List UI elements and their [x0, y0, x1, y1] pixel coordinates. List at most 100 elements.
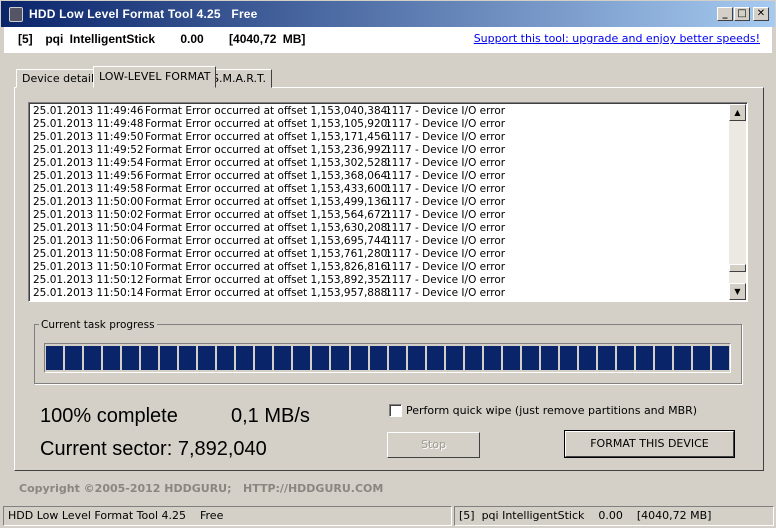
- log-err: 1117 - Device I/O error: [385, 170, 506, 182]
- log-err: 1117 - Device I/O error: [385, 196, 506, 208]
- progress-block: [65, 346, 83, 370]
- selected-device: [5] pqi IntelligentStick 0.00 [4040,72 M…: [18, 32, 306, 46]
- log-time: 25.01.2013 11:49:58: [33, 183, 144, 195]
- log-err: 1117 - Device I/O error: [385, 261, 506, 273]
- log-err: 1117 - Device I/O error: [385, 144, 506, 156]
- log-time: 25.01.2013 11:50:08: [33, 248, 144, 260]
- log-err: 1117 - Device I/O error: [385, 248, 506, 260]
- log-time: 25.01.2013 11:50:14: [33, 287, 144, 299]
- transfer-speed: 0,1 MB/s: [231, 405, 310, 427]
- progress-block: [407, 346, 425, 370]
- progress-block: [693, 346, 711, 370]
- progress-block: [483, 346, 501, 370]
- scroll-up-icon[interactable]: ▲: [729, 104, 746, 121]
- status-device: [5] pqi IntelligentStick 0.00 [4040,72 M…: [454, 506, 774, 526]
- maximize-button[interactable]: □: [734, 7, 750, 21]
- log-err: 1117 - Device I/O error: [385, 183, 506, 195]
- log-err: 1117 - Device I/O error: [385, 157, 506, 169]
- progress-block: [331, 346, 349, 370]
- log-err: 1117 - Device I/O error: [385, 131, 506, 143]
- log-time: 25.01.2013 11:50:06: [33, 235, 144, 247]
- log-time: 25.01.2013 11:49:46: [33, 105, 144, 117]
- progress-block: [578, 346, 596, 370]
- log-msg: Format Error occurred at offset 1,153,56…: [145, 209, 391, 221]
- copyright: Copyright ©2005-2012 HDDGURU; HTTP://HDD…: [19, 482, 384, 495]
- progress-block: [122, 346, 140, 370]
- log-time: 25.01.2013 11:50:04: [33, 222, 144, 234]
- progress-block: [635, 346, 653, 370]
- title-bar[interactable]: HDD Low Level Format Tool 4.25 Free _ □ …: [0, 0, 776, 28]
- progress-group-label: Current task progress: [39, 319, 157, 331]
- progress-block: [179, 346, 197, 370]
- progress-block: [160, 346, 178, 370]
- log-time: 25.01.2013 11:49:54: [33, 157, 144, 169]
- progress-block: [217, 346, 235, 370]
- log-list[interactable]: 25.01.2013 11:49:46 Format Error occurred…: [28, 102, 748, 302]
- log-msg: Format Error occurred at offset 1,153,95…: [145, 287, 391, 299]
- support-link[interactable]: Support this tool: upgrade and enjoy bet…: [474, 32, 760, 45]
- status-app: HDD Low Level Format Tool 4.25 Free: [3, 506, 452, 526]
- progress-block: [369, 346, 387, 370]
- quick-wipe-label[interactable]: Perform quick wipe (just remove partitio…: [406, 404, 697, 417]
- log-time: 25.01.2013 11:49:48: [33, 118, 144, 130]
- log-err: 1117 - Device I/O error: [385, 118, 506, 130]
- log-msg: Format Error occurred at offset 1,153,49…: [145, 196, 391, 208]
- log-time: 25.01.2013 11:49:52: [33, 144, 144, 156]
- log-msg: Format Error occurred at offset 1,153,63…: [145, 222, 391, 234]
- progress-block: [426, 346, 444, 370]
- progress-block: [293, 346, 311, 370]
- log-scrollbar[interactable]: ▲ ▼: [729, 104, 746, 300]
- log-err: 1117 - Device I/O error: [385, 287, 506, 299]
- progress-block: [274, 346, 292, 370]
- progress-block: [198, 346, 216, 370]
- progress-block: [502, 346, 520, 370]
- app-icon: [9, 7, 23, 22]
- window-title: HDD Low Level Format Tool 4.25 Free: [29, 7, 258, 21]
- progress-block: [84, 346, 102, 370]
- progress-block: [464, 346, 482, 370]
- log-msg: Format Error occurred at offset 1,153,69…: [145, 235, 391, 247]
- progress-block: [559, 346, 577, 370]
- progress-block: [312, 346, 330, 370]
- stop-button[interactable]: Stop: [387, 432, 480, 458]
- quick-wipe-checkbox[interactable]: [389, 404, 402, 417]
- progress-block: [141, 346, 159, 370]
- log-msg: Format Error occurred at offset 1,153,30…: [145, 157, 391, 169]
- progress-block: [103, 346, 121, 370]
- progress-block: [597, 346, 615, 370]
- progress-block: [350, 346, 368, 370]
- log-time: 25.01.2013 11:49:50: [33, 131, 144, 143]
- log-time: 25.01.2013 11:50:00: [33, 196, 144, 208]
- log-time: 25.01.2013 11:49:56: [33, 170, 144, 182]
- log-msg: Format Error occurred at offset 1,153,04…: [145, 105, 391, 117]
- log-msg: Format Error occurred at offset 1,153,36…: [145, 170, 391, 182]
- log-time: 25.01.2013 11:50:02: [33, 209, 144, 221]
- close-button[interactable]: ✕: [753, 7, 769, 21]
- log-msg: Format Error occurred at offset 1,153,76…: [145, 248, 391, 260]
- log-msg: Format Error occurred at offset 1,153,82…: [145, 261, 391, 273]
- progress-block: [655, 346, 673, 370]
- log-msg: Format Error occurred at offset 1,153,43…: [145, 183, 391, 195]
- log-time: 25.01.2013 11:50:12: [33, 274, 144, 286]
- scroll-down-icon[interactable]: ▼: [729, 283, 746, 300]
- scroll-thumb[interactable]: [729, 264, 746, 272]
- progress-block: [255, 346, 273, 370]
- log-err: 1117 - Device I/O error: [385, 235, 506, 247]
- log-err: 1117 - Device I/O error: [385, 222, 506, 234]
- progress-block: [46, 346, 64, 370]
- percent-complete: 100% complete: [40, 405, 178, 427]
- progress-block: [445, 346, 463, 370]
- log-msg: Format Error occurred at offset 1,153,17…: [145, 131, 391, 143]
- progress-block: [236, 346, 254, 370]
- progress-block: [521, 346, 539, 370]
- log-msg: Format Error occurred at offset 1,153,23…: [145, 144, 391, 156]
- log-msg: Format Error occurred at offset 1,153,10…: [145, 118, 391, 130]
- format-device-button[interactable]: FORMAT THIS DEVICE: [564, 430, 735, 458]
- log-err: 1117 - Device I/O error: [385, 105, 506, 117]
- log-time: 25.01.2013 11:50:10: [33, 261, 144, 273]
- current-sector: Current sector: 7,892,040: [40, 438, 267, 460]
- minimize-button[interactable]: _: [717, 7, 733, 21]
- progress-block: [388, 346, 406, 370]
- progress-block: [616, 346, 634, 370]
- tab-low-level-format[interactable]: LOW-LEVEL FORMAT: [93, 66, 217, 88]
